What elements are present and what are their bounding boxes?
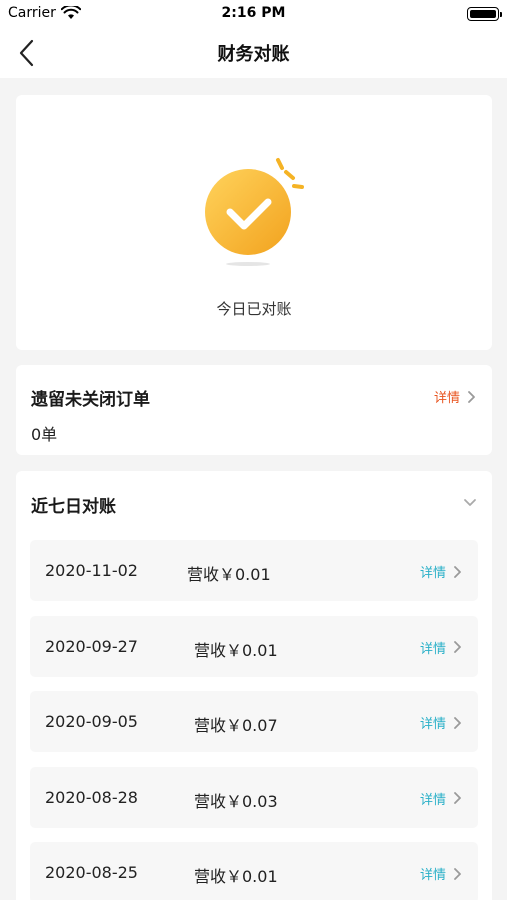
reconciled-today-label: 今日已对账 bbox=[216, 300, 292, 318]
recent-reconciliation-card: 近七日对账 2020-11-02 营收￥0.01 详情 2020-09-27 营… bbox=[16, 471, 492, 900]
unclosed-orders-title: 遗留未关闭订单 bbox=[31, 390, 150, 410]
unclosed-orders-card: 遗留未关闭订单 0单 详情 bbox=[16, 365, 492, 455]
chevron-right-icon bbox=[454, 716, 461, 729]
check-circle-icon bbox=[205, 158, 304, 266]
chevron-down-icon bbox=[464, 499, 476, 506]
row-detail-link[interactable]: 详情 bbox=[420, 638, 462, 657]
row-date: 2020-08-25 bbox=[45, 863, 138, 882]
row-detail-link[interactable]: 详情 bbox=[420, 713, 462, 732]
row-revenue: 营收￥0.01 bbox=[194, 867, 278, 886]
unclosed-orders-count: 0单 bbox=[31, 425, 58, 444]
chevron-right-icon bbox=[454, 565, 461, 578]
row-revenue: 营收￥0.01 bbox=[194, 640, 278, 660]
status-bar: Carrier 2:16 PM bbox=[0, 0, 507, 28]
row-date: 2020-08-28 bbox=[45, 787, 138, 807]
reconciliation-row[interactable]: 2020-09-27 营收￥0.01 详情 bbox=[30, 615, 478, 677]
chevron-right-icon bbox=[454, 867, 461, 880]
chevron-right-icon bbox=[454, 641, 461, 653]
reconciliation-row[interactable]: 2020-08-28 营收￥0.03 详情 bbox=[30, 766, 478, 828]
detail-label: 详情 bbox=[419, 717, 446, 732]
reconciliation-list: 2020-11-02 营收￥0.01 详情 2020-09-27 营收￥0.01… bbox=[30, 540, 478, 900]
reconciliation-row[interactable]: 2020-11-02 营收￥0.01 详情 bbox=[30, 540, 478, 601]
navigation-bar: 财务对账 bbox=[0, 28, 507, 78]
row-revenue: 营收￥0.03 bbox=[194, 791, 278, 811]
chevron-right-icon bbox=[468, 390, 475, 403]
detail-label: 详情 bbox=[419, 566, 446, 581]
reconciliation-row[interactable]: 2020-08-25 营收￥0.01 详情 bbox=[30, 842, 478, 900]
row-revenue: 营收￥0.07 bbox=[194, 716, 278, 735]
reconciliation-status-card: 今日已对账 bbox=[16, 95, 492, 350]
row-detail-link[interactable]: 详情 bbox=[420, 562, 462, 581]
detail-label: 详情 bbox=[419, 641, 446, 657]
header-area: Carrier 2:16 PM 财务对账 bbox=[0, 0, 507, 78]
detail-label: 详情 bbox=[419, 868, 446, 883]
row-detail-link[interactable]: 详情 bbox=[420, 864, 462, 883]
unclosed-orders-detail-link[interactable]: 详情 bbox=[434, 387, 476, 406]
status-time: 2:16 PM bbox=[221, 5, 286, 21]
row-date: 2020-11-02 bbox=[45, 561, 138, 580]
recent-reconciliation-title: 近七日对账 bbox=[31, 497, 116, 517]
page-title: 财务对账 bbox=[217, 44, 290, 65]
detail-label: 详情 bbox=[433, 391, 460, 406]
chevron-right-icon bbox=[454, 792, 461, 804]
checkmark-badge bbox=[202, 150, 312, 270]
detail-label: 详情 bbox=[419, 792, 446, 808]
reconciliation-row[interactable]: 2020-09-05 营收￥0.07 详情 bbox=[30, 691, 478, 752]
row-detail-link[interactable]: 详情 bbox=[420, 789, 462, 808]
collapse-toggle[interactable] bbox=[458, 491, 482, 515]
row-revenue: 营收￥0.01 bbox=[187, 565, 271, 584]
battery-icon bbox=[467, 7, 502, 21]
row-date: 2020-09-27 bbox=[45, 636, 138, 656]
row-date: 2020-09-05 bbox=[45, 712, 138, 731]
